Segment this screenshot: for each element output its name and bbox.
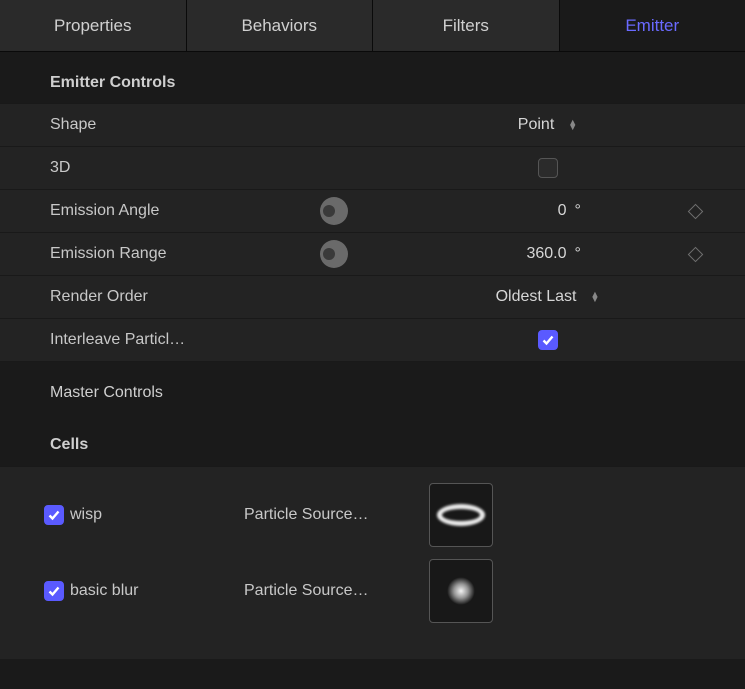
dial-emission-angle[interactable] [320,197,348,225]
label-shape: Shape [50,116,320,134]
row-3d: 3D [0,146,745,190]
cell-thumb-wisp[interactable] [429,483,493,547]
particle-source-label: Particle Source… [244,582,429,600]
unit-degree: ° [575,202,589,220]
cell-name-wisp: wisp [70,506,102,524]
checkbox-cell-basic-blur[interactable] [44,581,64,601]
wisp-preview-icon [437,504,485,526]
tab-filters[interactable]: Filters [373,0,560,51]
tab-behaviors[interactable]: Behaviors [187,0,374,51]
particle-source-label: Particle Source… [244,506,429,524]
cell-row-wisp: wisp Particle Source… [44,477,715,553]
label-render-order: Render Order [50,288,320,306]
cell-thumb-basic-blur[interactable] [429,559,493,623]
row-render-order: Render Order Oldest Last ▲▼ [0,275,745,319]
keyframe-diamond[interactable] [687,246,703,262]
unit-degree: ° [575,245,589,263]
value-emission-angle[interactable]: 0 [507,202,567,220]
row-interleave: Interleave Particl… [0,318,745,362]
checkbox-cell-wisp[interactable] [44,505,64,525]
tab-properties[interactable]: Properties [0,0,187,51]
section-cells: Cells [0,414,745,466]
label-emission-range: Emission Range [50,245,320,263]
row-shape: Shape Point ▲▼ [0,103,745,147]
updown-icon: ▲▼ [591,292,600,302]
checkbox-interleave[interactable] [538,330,558,350]
label-interleave: Interleave Particl… [50,331,320,349]
tabs-bar: Properties Behaviors Filters Emitter [0,0,745,52]
render-order-select[interactable]: Oldest Last ▲▼ [420,288,675,306]
label-3d: 3D [50,159,320,177]
keyframe-diamond[interactable] [687,203,703,219]
cell-row-basic-blur: basic blur Particle Source… [44,553,715,629]
updown-icon: ▲▼ [568,120,577,130]
section-master-controls[interactable]: Master Controls [0,362,745,414]
row-emission-angle: Emission Angle 0 ° [0,189,745,233]
cell-name-basic-blur: basic blur [70,582,138,600]
label-emission-angle: Emission Angle [50,202,320,220]
shape-select[interactable]: Point ▲▼ [420,116,675,134]
checkbox-3d[interactable] [538,158,558,178]
dial-emission-range[interactable] [320,240,348,268]
tab-emitter[interactable]: Emitter [560,0,745,51]
value-emission-range[interactable]: 360.0 [507,245,567,263]
blur-preview-icon [447,577,475,605]
row-emission-range: Emission Range 360.0 ° [0,232,745,276]
section-emitter-controls: Emitter Controls [0,52,745,104]
